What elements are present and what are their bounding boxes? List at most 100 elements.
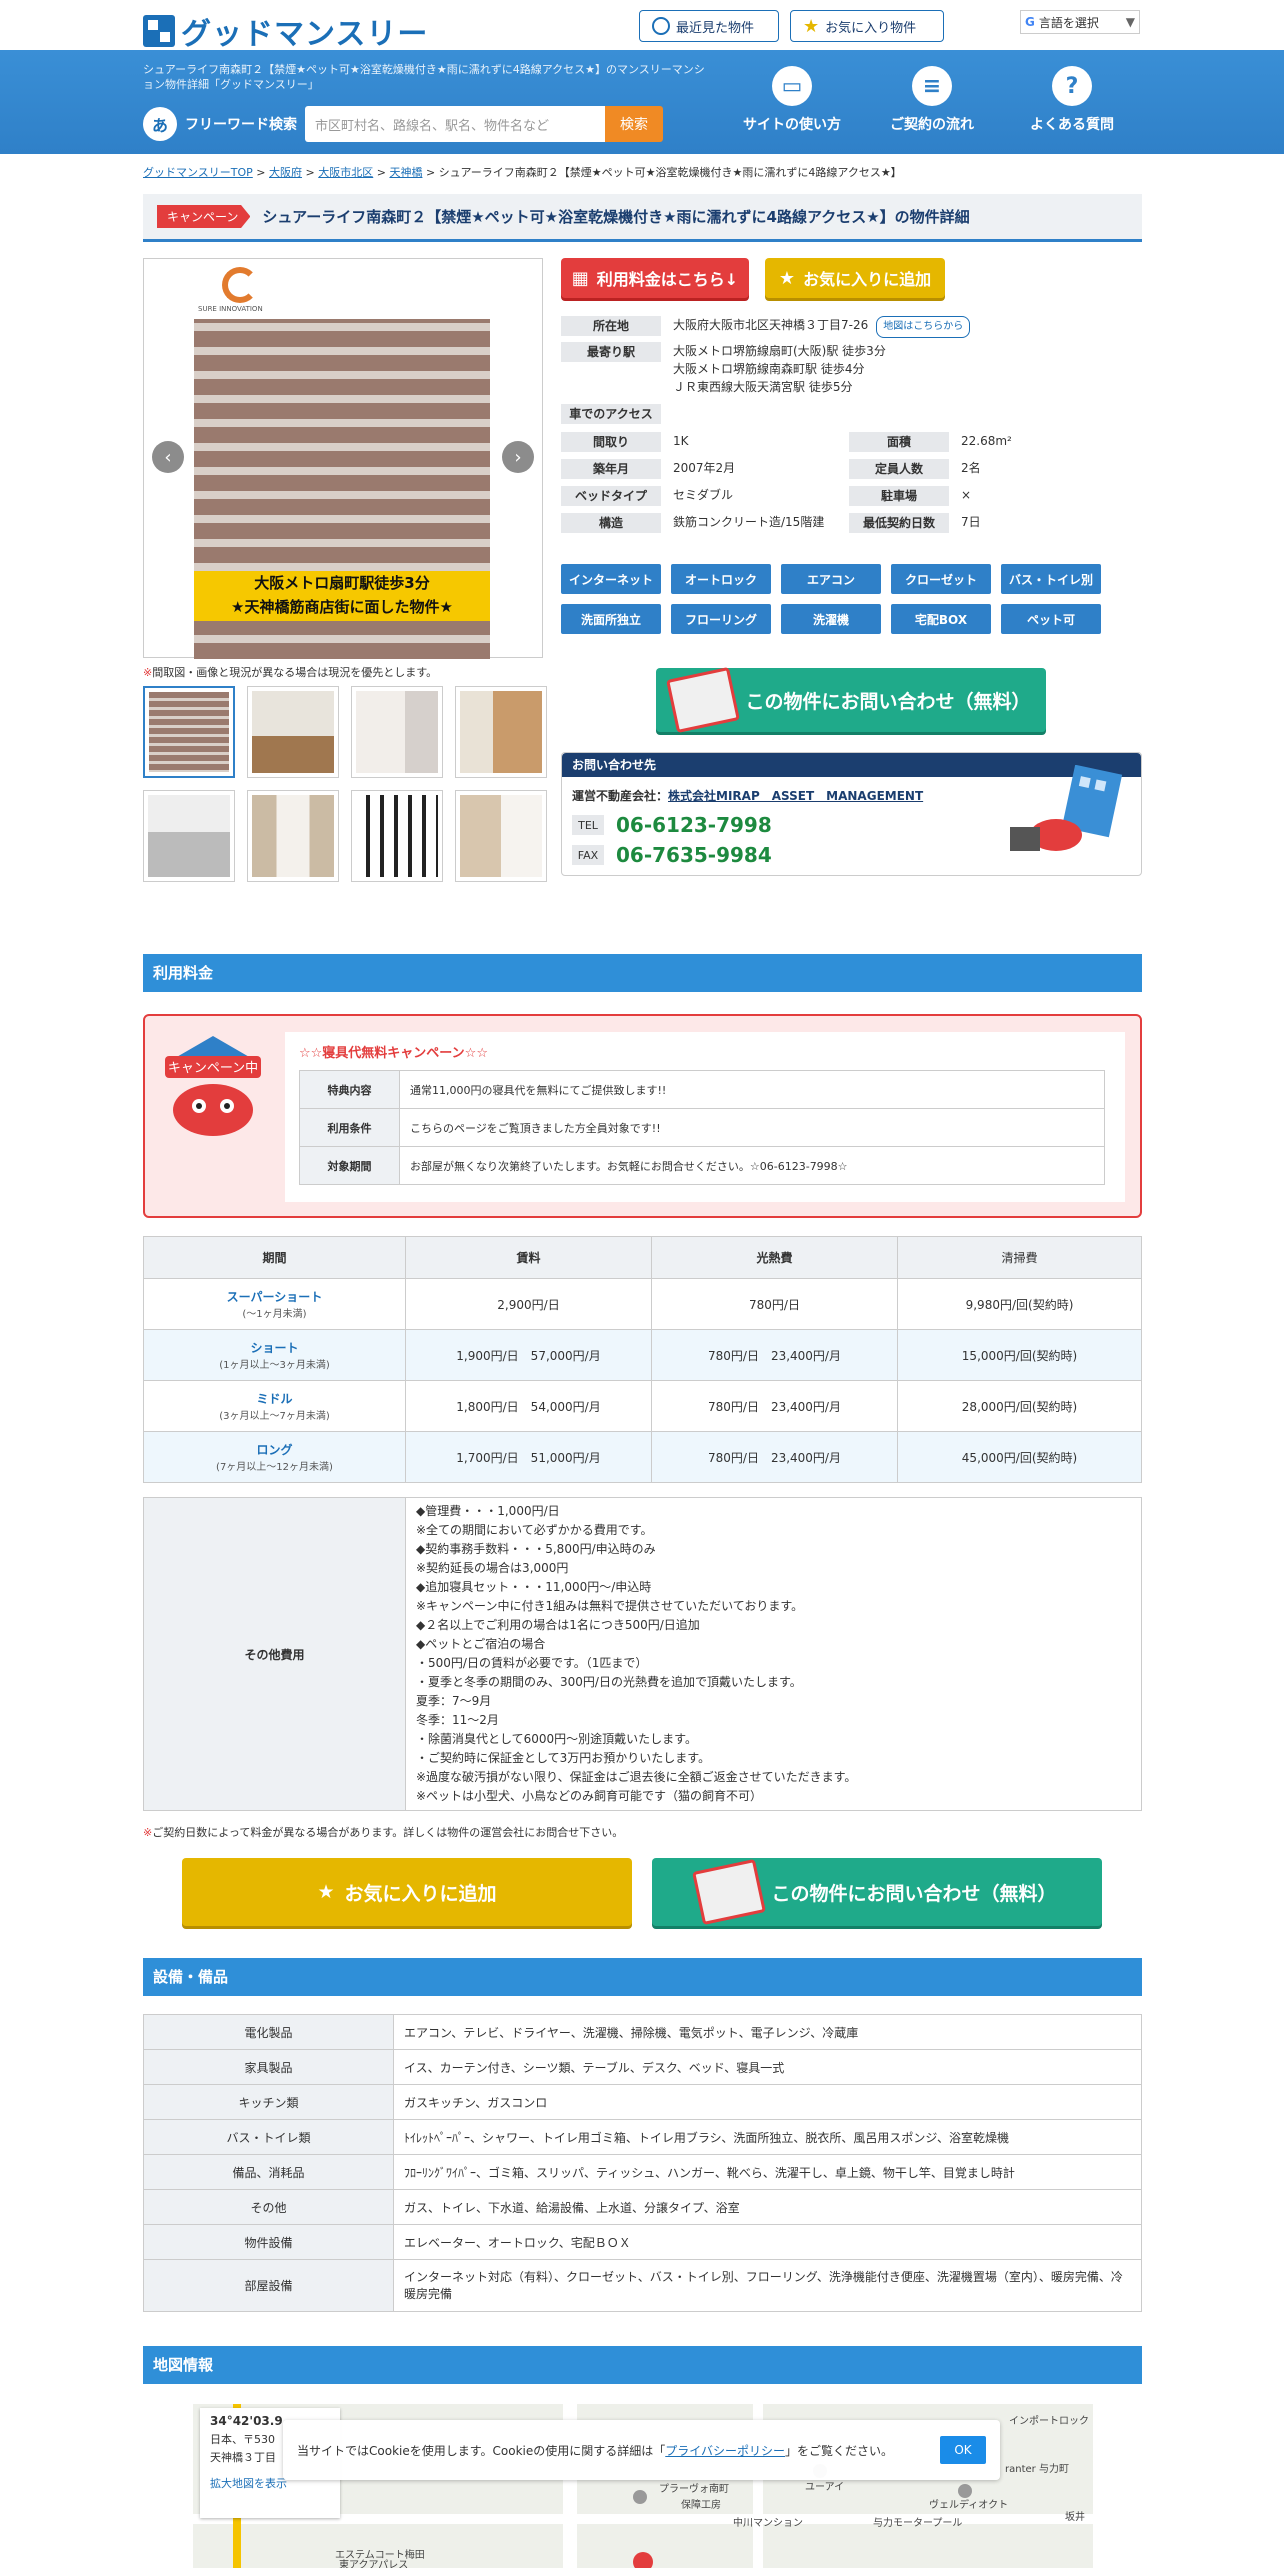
pricing-note: ※ご契約日数によって料金が異なる場合があります。詳しくは物件の運営会社にお問合せ… [143, 1826, 624, 1839]
breadcrumb-city[interactable]: 大阪市北区 [318, 166, 373, 179]
table-row: その他 ガス、トイレ、下水道、給湯設備、上水道、分譲タイプ、浴室 [143, 2189, 1142, 2225]
breadcrumb-pref[interactable]: 大阪府 [269, 166, 302, 179]
breadcrumb-top[interactable]: グッドマンスリーTOP [143, 166, 253, 179]
breadcrumb-area[interactable]: 天神橋 [389, 166, 422, 179]
contact-fax: FAX 06-7635-9984 [572, 843, 772, 867]
thumbnail[interactable] [143, 790, 235, 882]
structure-label: 構造 [561, 513, 661, 533]
nav-faq[interactable]: ? よくある質問 [1002, 66, 1142, 134]
section-facilities: 設備・備品 [143, 1958, 1142, 1996]
table-row: ミドル (3ヶ月以上～7ヶ月未満) 1,800円/日 54,000円/月 780円/… [143, 1380, 1142, 1432]
logo-mark-icon [143, 15, 175, 47]
campaign-row: 利用条件 こちらのページをご覧頂きました方全員対象です!! [299, 1108, 1105, 1147]
monitor-icon: ▭ [772, 66, 812, 106]
photo-caption: 大阪メトロ扇町駅徒歩3分 ★天神橋筋商店街に面した物件★ [194, 571, 490, 621]
address-label: 所在地 [561, 316, 661, 336]
thumbnail[interactable] [247, 790, 339, 882]
freeword-icon: あ [143, 107, 177, 141]
thumbnail[interactable] [143, 686, 235, 778]
map-label: ユーアイ [805, 2482, 845, 2493]
feature-tag: クローゼット [891, 564, 991, 594]
add-favorite-button[interactable]: ★ お気に入りに追加 [765, 258, 945, 298]
map-label: プラーヴォ南町 [659, 2484, 729, 2495]
google-icon: G [1025, 15, 1035, 29]
spec-station: 最寄り駅 大阪メトロ堺筋線扇町(大阪)駅 徒歩3分 大阪メトロ堺筋線南森町駅 徒… [561, 342, 1142, 400]
area-value: 22.68m² [961, 434, 1012, 448]
table-row: ショート (1ヶ月以上～3ヶ月未満) 1,900円/日 57,000円/月 780円… [143, 1329, 1142, 1381]
facilities-table: 電化製品 エアコン、テレビ、ドライヤー、洗濯機、掃除機、電気ポット、電子レンジ、冷… [143, 2014, 1142, 2312]
thumbnail[interactable] [351, 686, 443, 778]
nav-contract-flow[interactable]: ≡ ご契約の流れ [862, 66, 1002, 134]
next-arrow-icon[interactable]: › [502, 441, 534, 473]
map-coordinate: 34°42'03.9 [210, 2414, 283, 2428]
inquiry-button[interactable]: この物件にお問い合わせ（無料） [656, 666, 1046, 734]
thumbnail[interactable] [351, 790, 443, 882]
language-select[interactable]: G 言語を選択 ▼ [1020, 10, 1140, 34]
nav-howto[interactable]: ▭ サイトの使い方 [722, 66, 862, 134]
spec-grid: 間取り 1K 面積 22.68m² 築年月 2007年2月 定員人数 2名 ベッドタイプ セミ… [561, 432, 1142, 537]
campaign-mascot-icon: キャンペーン中 [165, 1036, 261, 1136]
company-link[interactable]: 株式会社MIRAP ASSET MANAGEMENT [668, 789, 923, 803]
contact-tel: TEL 06-6123-7998 [572, 813, 772, 837]
star-icon: ★ [317, 1881, 335, 1903]
feature-tag: ペット可 [1001, 604, 1101, 634]
other-fees-label: その他費用 [144, 1498, 406, 1810]
map-label: 与力モータープール [873, 2518, 963, 2529]
other-fees-table: その他費用 ◆管理費・・・1,000円/日 ※全ての期間において必ずかかる費用です… [143, 1497, 1142, 1811]
site-logo[interactable]: グッドマンスリー [143, 9, 428, 53]
table-row: ロング (7ヶ月以上～12ヶ月未満) 1,700円/日 51,000円/月 780円… [143, 1431, 1142, 1483]
table-row: 物件設備 エレベーター、オートロック、宅配ＢＯＸ [143, 2224, 1142, 2260]
spec-car: 車でのアクセス [561, 404, 1142, 428]
car-access-label: 車でのアクセス [561, 404, 661, 424]
cookie-banner: 当サイトではCookieを使用します。Cookieの使用に関する詳細は「プライバ… [283, 2420, 1000, 2480]
price-button[interactable]: ▦ 利用料金はこちら↓ [561, 258, 749, 298]
map-label: ヴェルディオクト [929, 2500, 1009, 2511]
photo-note: ※間取図・画像と現況が異なる場合は現況を優先とします。 [143, 666, 438, 679]
map-label: ranter 与力町 [1005, 2464, 1069, 2475]
thumbnail[interactable] [455, 686, 547, 778]
privacy-policy-link[interactable]: プライバシーポリシー [665, 2444, 785, 2458]
feature-tag: フローリング [671, 604, 771, 634]
breadcrumb: グッドマンスリーTOP > 大阪府 > 大阪市北区 > 天神橋 > シュアーライ… [143, 166, 902, 179]
favorites-button[interactable]: ★ お気に入り物件 [790, 10, 944, 42]
other-fees-lines: ◆管理費・・・1,000円/日 ※全ての期間において必ずかかる費用です。 ◆契約事務… [416, 1504, 857, 1803]
station-label: 最寄り駅 [561, 342, 661, 362]
map-label: 保障工房 [681, 2500, 721, 2511]
inquiry-button-bottom[interactable]: この物件にお問い合わせ（無料） [652, 1858, 1102, 1926]
table-row: 家具製品 イス、カーテン付き、シーツ類、テーブル、デスク、ベッド、寝具一式 [143, 2049, 1142, 2085]
contact-company: 運営不動産会社：株式会社MIRAP ASSET MANAGEMENT [572, 789, 924, 803]
campaign-row: 対象期間 お部屋が無くなり次第終了いたします。お気軽にお問合せください。☆06-6… [299, 1146, 1105, 1185]
search-button[interactable]: 検索 [605, 106, 663, 142]
freeword-search: あ フリーワード検索 市区町村名、路線名、駅名、物件名など 検索 [143, 106, 663, 142]
map-link-button[interactable]: 地図はこちらから [876, 316, 971, 338]
search-input[interactable]: 市区町村名、路線名、駅名、物件名など [305, 106, 605, 142]
thumbnail-grid [143, 686, 547, 882]
price-table-header: 期間 賃料 光熱費 清掃費 [143, 1236, 1142, 1279]
recent-viewed-button[interactable]: 最近見た物件 [639, 10, 779, 42]
thumbnail[interactable] [247, 686, 339, 778]
photo-logo-text: SURE INNOVATION [198, 305, 263, 313]
campaign-table: 特典内容 通常11,000円の寝具代を無料にてご提供致します!! 利用条件 こちらの… [299, 1070, 1105, 1185]
document-icon: ≡ [912, 66, 952, 106]
cookie-text: 当サイトではCookieを使用します。Cookieの使用に関する詳細は「プライバ… [297, 2443, 894, 2458]
page-description: シュアーライフ南森町２【禁煙★ペット可★浴室乾燥機付き★雨に濡れずに4路線アクセ… [143, 63, 705, 91]
capacity-value: 2名 [961, 461, 981, 475]
campaign-row: 特典内容 通常11,000円の寝具代を無料にてご提供致します!! [299, 1070, 1105, 1109]
calculator-icon: ▦ [571, 267, 589, 289]
cookie-ok-button[interactable]: OK [940, 2436, 986, 2464]
thumbnail[interactable] [455, 790, 547, 882]
campaign-title: ☆☆寝具代無料キャンペーン☆☆ [299, 1046, 488, 1061]
map-label: 坂井 [1065, 2512, 1085, 2523]
prev-arrow-icon[interactable]: ‹ [152, 441, 184, 473]
page-title: シュアーライフ南森町２【禁煙★ペット可★浴室乾燥機付き★雨に濡れずに4路線アクセ… [262, 208, 970, 226]
add-favorite-button-bottom[interactable]: ★ お気に入りに追加 [182, 1858, 632, 1926]
question-icon: ? [1052, 66, 1092, 106]
tel-number[interactable]: 06-6123-7998 [616, 813, 772, 837]
expand-map-link[interactable]: 拡大地図を表示 [210, 2477, 287, 2490]
parking-label: 駐車場 [849, 486, 949, 506]
contact-box: お問い合わせ先 運営不動産会社：株式会社MIRAP ASSET MANAGEME… [561, 752, 1142, 876]
clock-icon [652, 17, 670, 35]
parking-value: × [961, 488, 972, 502]
feature-tag: バス・トイレ別 [1001, 564, 1101, 594]
svg-text:キャンペーン中: キャンペーン中 [168, 1061, 258, 1076]
